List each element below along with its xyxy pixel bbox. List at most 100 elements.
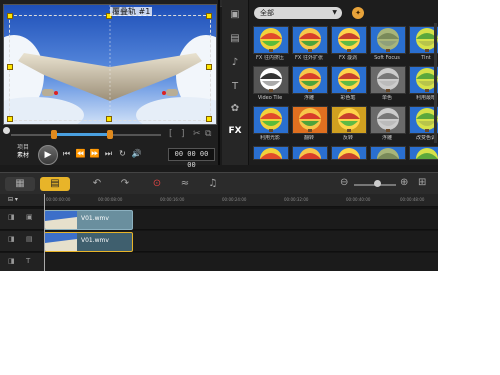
filter-thumbnail-label: 浮雕 — [381, 135, 392, 141]
ruler-tick: 00:00:32:00 — [284, 197, 309, 202]
library-panel: 全部 ▼ ✦ FX 往内挤压 FX 往外扩张 FX 漩涡 Soft Focus Tint… — [249, 0, 438, 165]
balloon-thumbnail-image — [254, 27, 288, 53]
ruler-tick: 00:00:16:00 — [160, 197, 185, 202]
balloon-thumbnail-image — [332, 147, 366, 159]
video-editor-window: 覆叠轨 #1 [ ] ✂ ⧉ 项目 素材 ▶ ⏮ ⏪ ⏩ ⏭ ↻ 🔊 00 00 — [0, 0, 438, 271]
preview-panel: 覆叠轨 #1 [ ] ✂ ⧉ 项目 素材 ▶ ⏮ ⏪ ⏩ ⏭ ↻ 🔊 00 00 — [0, 0, 220, 169]
video-library-icon[interactable]: ▣ — [226, 8, 244, 22]
audio-mixer-icon[interactable]: ≈ — [174, 177, 196, 191]
overlay-track-header: ◨ ▤ — [0, 231, 44, 252]
balloon-thumbnail-image — [371, 147, 405, 159]
trim-out-marker[interactable] — [107, 130, 113, 139]
mode-selector[interactable]: 项目 素材 — [17, 144, 29, 160]
redo-icon[interactable]: ↷ — [114, 177, 136, 191]
resize-handle[interactable] — [7, 116, 13, 122]
auto-music-icon[interactable]: ♫ — [202, 177, 224, 191]
audio-library-icon[interactable]: ♪ — [226, 56, 244, 70]
filter-thumbnail[interactable] — [370, 66, 406, 94]
clip-mode-label[interactable]: 素材 — [17, 152, 29, 160]
track-visibility-icon[interactable]: ◨ — [8, 213, 15, 221]
track-manager-icon[interactable]: ⊟ ▾ — [8, 195, 24, 205]
preview-viewport[interactable]: 覆叠轨 #1 — [3, 4, 217, 125]
undo-icon[interactable]: ↶ — [86, 177, 108, 191]
overlay-track[interactable]: V01.wmv — [44, 231, 438, 252]
overlay-clip[interactable]: V01.wmv — [44, 232, 133, 252]
mark-in-button[interactable]: [ — [169, 129, 173, 139]
filter-thumbnail[interactable] — [370, 106, 406, 134]
zoom-out-icon[interactable]: ⊖ — [340, 177, 348, 188]
resize-handle[interactable] — [7, 64, 13, 70]
timeline-view-button[interactable]: ▤ — [40, 177, 70, 191]
play-button[interactable]: ▶ — [38, 145, 58, 165]
balloon-thumbnail-image — [332, 67, 366, 93]
balloon-thumbnail-image — [371, 67, 405, 93]
video-clip[interactable]: V01.wmv — [44, 210, 133, 230]
trim-in-marker[interactable] — [51, 130, 57, 139]
scrub-bar[interactable]: [ ] ✂ ⧉ — [3, 125, 215, 143]
home-icon[interactable]: ⏮ — [61, 148, 72, 159]
filter-thumbnail[interactable] — [292, 26, 328, 54]
category-dropdown[interactable]: 全部 ▼ — [254, 7, 342, 19]
trim-range — [53, 133, 111, 136]
filter-thumbnail[interactable] — [331, 106, 367, 134]
filter-thumbnail[interactable] — [409, 146, 438, 160]
balloon-thumbnail-image — [293, 107, 327, 133]
balloon-thumbnail-image — [332, 27, 366, 53]
library-options-icon[interactable]: ✦ — [352, 7, 364, 19]
filter-thumbnail[interactable] — [331, 26, 367, 54]
next-frame-icon[interactable]: ⏩ — [89, 148, 100, 159]
library-scrollbar[interactable] — [434, 23, 437, 143]
filter-thumbnail[interactable] — [292, 66, 328, 94]
overlay-selection-box[interactable] — [9, 15, 211, 121]
mark-out-button[interactable]: ] — [181, 129, 185, 139]
graphics-icon[interactable]: ✿ — [226, 102, 244, 116]
resize-handle[interactable] — [106, 116, 112, 122]
title-track-header: ◨ T — [0, 253, 44, 271]
video-track[interactable]: V01.wmv — [44, 209, 438, 230]
timecode-display[interactable]: 00 00 00 00 — [168, 148, 215, 169]
clip-thumbnail — [45, 233, 77, 251]
resize-handle[interactable] — [206, 13, 212, 19]
title-track[interactable] — [44, 253, 438, 271]
fx-icon[interactable]: FX — [226, 124, 244, 138]
category-dropdown-value: 全部 — [260, 9, 274, 17]
chevron-down-icon: ▼ — [332, 9, 337, 16]
filter-thumbnail[interactable] — [292, 146, 328, 160]
resize-handle[interactable] — [206, 116, 212, 122]
zoom-slider-knob[interactable] — [373, 180, 381, 187]
volume-icon[interactable]: 🔊 — [131, 148, 142, 159]
track-visibility-icon[interactable]: ◨ — [8, 235, 15, 243]
filter-thumbnail[interactable] — [370, 26, 406, 54]
filter-thumbnail[interactable] — [331, 66, 367, 94]
timeline-ruler[interactable]: ⊟ ▾ 00:00:00:00 00:00:08:00 00:00:16:00 … — [0, 194, 438, 207]
filter-thumbnail-label: FX 往外扩张 — [295, 55, 323, 61]
split-clip-icon[interactable]: ✂ — [193, 129, 201, 139]
filter-thumbnail[interactable] — [253, 66, 289, 94]
filter-thumbnail[interactable] — [370, 146, 406, 160]
photo-library-icon[interactable]: ▤ — [226, 32, 244, 46]
end-icon[interactable]: ⏭ — [103, 148, 114, 159]
title-icon[interactable]: T — [226, 80, 244, 94]
filter-thumbnail[interactable] — [292, 106, 328, 134]
ruler-tick: 00:00:24:00 — [222, 197, 247, 202]
zoom-in-icon[interactable]: ⊕ — [400, 177, 408, 188]
filter-thumbnail[interactable] — [253, 26, 289, 54]
resize-handle[interactable] — [206, 64, 212, 70]
playhead[interactable] — [44, 194, 45, 271]
filter-thumbnail[interactable] — [253, 146, 289, 160]
fit-project-icon[interactable]: ⊞ — [418, 177, 426, 188]
filter-thumbnail[interactable] — [331, 146, 367, 160]
filter-thumbnail[interactable] — [253, 106, 289, 134]
repeat-icon[interactable]: ↻ — [117, 148, 128, 159]
project-mode-label[interactable]: 项目 — [17, 144, 29, 152]
previous-frame-icon[interactable]: ⏪ — [75, 148, 86, 159]
track-visibility-icon[interactable]: ◨ — [8, 257, 15, 265]
scrubber-knob[interactable] — [3, 127, 10, 134]
storyboard-view-button[interactable]: ▦ — [5, 177, 35, 191]
enlarge-preview-icon[interactable]: ⧉ — [205, 129, 211, 139]
ruler-tick: 00:00:00:00 — [46, 197, 71, 202]
filter-thumbnail-label: Soft Focus — [374, 55, 400, 61]
record-capture-icon[interactable]: ⊙ — [146, 177, 168, 191]
ruler-tick: 00:00:08:00 — [98, 197, 123, 202]
resize-handle[interactable] — [7, 13, 13, 19]
